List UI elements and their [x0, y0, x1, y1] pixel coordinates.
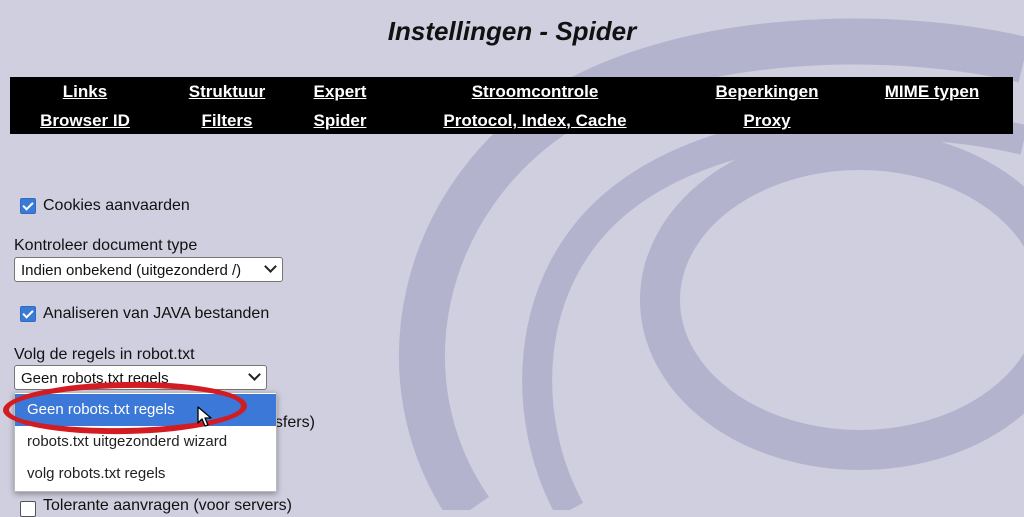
nav-link-browser-id[interactable]: Browser ID — [40, 111, 130, 131]
settings-nav: Links Struktuur Expert Stroomcontrole Be… — [10, 77, 1013, 134]
chevron-down-icon — [264, 260, 277, 273]
cookies-checkbox[interactable] — [20, 198, 36, 214]
nav-link-expert[interactable]: Expert — [314, 82, 367, 102]
cookies-label: Cookies aanvaarden — [43, 197, 190, 214]
nav-link-protocol-index-cache[interactable]: Protocol, Index, Cache — [443, 111, 626, 131]
tolerant-checkbox[interactable] — [20, 501, 36, 517]
doctype-label: Kontroleer document type — [14, 237, 198, 254]
nav-link-links[interactable]: Links — [63, 82, 107, 102]
nav-link-proxy[interactable]: Proxy — [743, 111, 790, 131]
nav-link-stroomcontrole[interactable]: Stroomcontrole — [472, 82, 599, 102]
robots-label: Volg de regels in robot.txt — [14, 346, 195, 363]
robots-option-volg[interactable]: volg robots.txt regels — [15, 458, 276, 490]
doctype-select[interactable]: Indien onbekend (uitgezonderd /) — [14, 257, 283, 282]
nav-link-mime-typen[interactable]: MIME typen — [885, 82, 979, 102]
java-checkbox[interactable] — [20, 306, 36, 322]
chevron-down-icon — [248, 368, 261, 381]
page-title: Instellingen - Spider — [387, 16, 637, 46]
mouse-cursor-icon — [197, 406, 212, 427]
nav-link-beperkingen[interactable]: Beperkingen — [716, 82, 819, 102]
tolerant-label: Tolerante aanvragen (voor servers) — [43, 497, 293, 514]
doctype-select-value: Indien onbekend (uitgezonderd /) — [21, 262, 242, 279]
nav-link-struktuur[interactable]: Struktuur — [189, 82, 266, 102]
java-label: Analiseren van JAVA bestanden — [43, 305, 270, 322]
nav-link-filters[interactable]: Filters — [201, 111, 252, 131]
nav-link-spider[interactable]: Spider — [314, 111, 367, 131]
